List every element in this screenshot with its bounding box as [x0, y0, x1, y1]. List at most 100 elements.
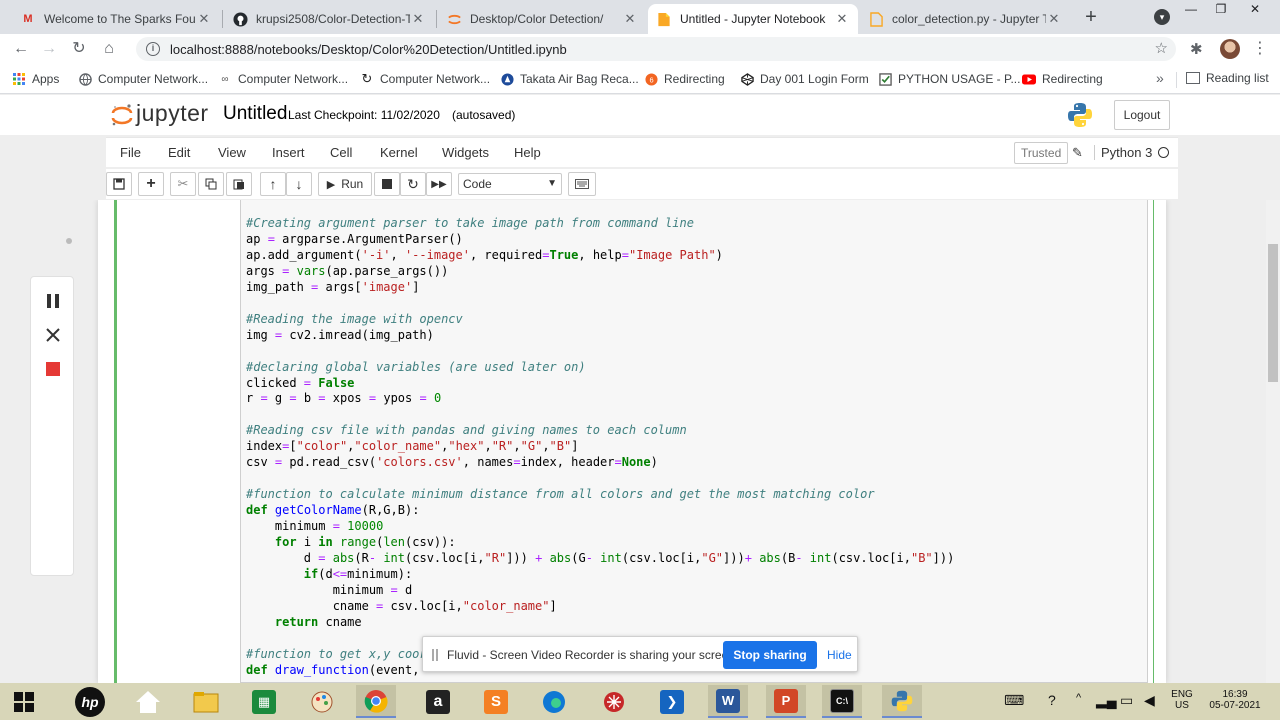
network-icon[interactable]: [594, 685, 634, 718]
code-line[interactable]: cname = csv.loc[i,"color_name"]: [246, 599, 954, 615]
code-line[interactable]: img_path = args['image']: [246, 280, 954, 296]
close-tab-icon[interactable]: ✕: [834, 11, 850, 27]
edge-icon[interactable]: [534, 685, 574, 718]
code-line[interactable]: if(d<=minimum):: [246, 567, 954, 583]
code-line[interactable]: ​: [246, 344, 954, 360]
wifi-icon[interactable]: ▂▄: [1096, 692, 1117, 709]
interrupt-kernel-button[interactable]: [374, 172, 400, 196]
browser-tab-untitled[interactable]: Untitled - Jupyter Notebook ✕: [648, 4, 858, 34]
minimize-window-icon[interactable]: —: [1176, 0, 1206, 20]
bookmark-computer-network-1[interactable]: Computer Network...: [78, 71, 208, 87]
more-bookmarks-icon[interactable]: »: [1156, 70, 1164, 86]
code-line[interactable]: r = g = b = xpos = ypos = 0: [246, 391, 954, 407]
code-line[interactable]: ​: [246, 296, 954, 312]
bookmark-computer-network-2[interactable]: ∞ Computer Network...: [218, 71, 348, 87]
bookmark-redirecting-1[interactable]: 6 Redirecting: [644, 71, 725, 87]
code-line[interactable]: args = vars(ap.parse_args()): [246, 264, 954, 280]
clock[interactable]: 16:39 05-07-2021: [1200, 689, 1270, 711]
close-tab-icon[interactable]: ✕: [196, 11, 212, 27]
move-up-button[interactable]: ↑: [260, 172, 286, 196]
site-info-icon[interactable]: i: [146, 42, 160, 56]
code-line[interactable]: def getColorName(R,G,B):: [246, 503, 954, 519]
bookmark-computer-network-3[interactable]: ↻ Computer Network...: [360, 71, 491, 87]
code-line[interactable]: ​: [246, 407, 954, 423]
trusted-indicator[interactable]: Trusted: [1014, 142, 1069, 164]
move-down-button[interactable]: ↓: [286, 172, 312, 196]
extensions-puzzle-icon[interactable]: ✱: [1190, 40, 1203, 58]
help-icon[interactable]: ?: [1048, 692, 1056, 708]
code-line[interactable]: minimum = 10000: [246, 519, 954, 535]
command-palette-button[interactable]: [568, 172, 596, 196]
chrome-icon[interactable]: [356, 685, 396, 718]
notebook-name[interactable]: Untitled: [223, 103, 287, 125]
back-icon[interactable]: ←: [10, 38, 32, 60]
paste-cells-button[interactable]: [226, 172, 252, 196]
terminal-icon[interactable]: C:\: [822, 685, 862, 718]
close-tab-icon[interactable]: ✕: [410, 11, 426, 27]
menu-insert[interactable]: Insert: [272, 145, 305, 160]
code-line[interactable]: ap = argparse.ArgumentParser(): [246, 232, 954, 248]
code-line[interactable]: ​: [246, 471, 954, 487]
browser-tab-colordetection[interactable]: color_detection.py - Jupyter Text ✕: [860, 4, 1070, 34]
file-explorer-icon[interactable]: [186, 685, 226, 718]
code-line[interactable]: #function to calculate minimum distance …: [246, 487, 954, 503]
bookmark-redirecting-2[interactable]: Redirecting: [1022, 71, 1103, 87]
code-line[interactable]: index=["color","color_name","hex","R","G…: [246, 439, 954, 455]
amazon-icon[interactable]: a: [418, 685, 458, 718]
code-line[interactable]: #Reading csv file with pandas and giving…: [246, 423, 954, 439]
hide-button[interactable]: Hide: [827, 648, 852, 662]
powerpoint-icon[interactable]: P: [766, 685, 806, 718]
code-line[interactable]: csv = pd.read_csv('colors.csv', names=in…: [246, 455, 954, 471]
copy-cells-button[interactable]: [198, 172, 224, 196]
menu-view[interactable]: View: [218, 145, 246, 160]
hp-icon[interactable]: hp: [70, 685, 110, 718]
code-line[interactable]: ap.add_argument('-i', '--image', require…: [246, 248, 954, 264]
windows-start-icon[interactable]: [4, 685, 44, 718]
bookmark-takata[interactable]: Takata Air Bag Reca...: [500, 71, 639, 87]
close-window-icon[interactable]: ✕: [1240, 0, 1270, 20]
save-button[interactable]: [106, 172, 132, 196]
cell-type-select[interactable]: Code ▼: [458, 173, 562, 195]
scrollbar-thumb[interactable]: [1268, 244, 1278, 382]
reload-icon[interactable]: ↻: [68, 38, 90, 60]
browser-tab-desktop[interactable]: Desktop/Color Detection/ ✕: [438, 4, 646, 34]
menu-cell[interactable]: Cell: [330, 145, 352, 160]
new-tab-button[interactable]: +: [1080, 6, 1102, 28]
powershell-icon[interactable]: ❯: [652, 685, 692, 718]
code-line[interactable]: minimum = d: [246, 583, 954, 599]
code-line[interactable]: return cname: [246, 615, 954, 631]
page-scrollbar[interactable]: [1266, 200, 1280, 683]
paint-icon[interactable]: [302, 685, 342, 718]
touch-keyboard-icon[interactable]: ⌨: [1004, 692, 1024, 709]
browser-tab-sparks[interactable]: M Welcome to The Sparks Foundation ✕: [12, 4, 220, 34]
tab-search-icon[interactable]: ▾: [1154, 9, 1170, 25]
code-line[interactable]: clicked = False: [246, 376, 954, 392]
profile-avatar[interactable]: [1220, 39, 1240, 59]
kernel-name[interactable]: Python 3: [1094, 145, 1152, 160]
jupyter-logo-text[interactable]: jupyter: [136, 100, 209, 127]
code-line[interactable]: #declaring global variables (are used la…: [246, 360, 954, 376]
restart-kernel-button[interactable]: ↻: [400, 172, 426, 196]
menu-help[interactable]: Help: [514, 145, 541, 160]
code-line[interactable]: #Reading the image with opencv: [246, 312, 954, 328]
menu-edit[interactable]: Edit: [168, 145, 190, 160]
show-hidden-icons-icon[interactable]: ^: [1076, 692, 1081, 704]
sublime-text-icon[interactable]: S: [476, 685, 516, 718]
home-icon[interactable]: ⌂: [98, 38, 120, 60]
calculator-icon[interactable]: ▦: [244, 685, 284, 718]
close-icon[interactable]: [43, 325, 63, 345]
cut-cells-button[interactable]: ✂: [170, 172, 196, 196]
reading-list-button[interactable]: Reading list: [1186, 71, 1269, 85]
pause-icon[interactable]: [43, 291, 63, 311]
menu-kernel[interactable]: Kernel: [380, 145, 418, 160]
code-line[interactable]: #Creating argument parser to take image …: [246, 216, 954, 232]
code-line[interactable]: for i in range(len(csv)):: [246, 535, 954, 551]
jupyter-logo-icon[interactable]: [110, 103, 134, 127]
home-icon[interactable]: [128, 685, 168, 718]
stop-sharing-button[interactable]: Stop sharing: [723, 641, 817, 669]
close-tab-icon[interactable]: ✕: [622, 11, 638, 27]
browser-tab-github[interactable]: krupsi2508/Color-Detection-Tool ✕: [224, 4, 434, 34]
forward-icon[interactable]: →: [38, 38, 60, 60]
restore-window-icon[interactable]: ❐: [1206, 0, 1236, 20]
insert-cell-button[interactable]: +: [138, 172, 164, 196]
